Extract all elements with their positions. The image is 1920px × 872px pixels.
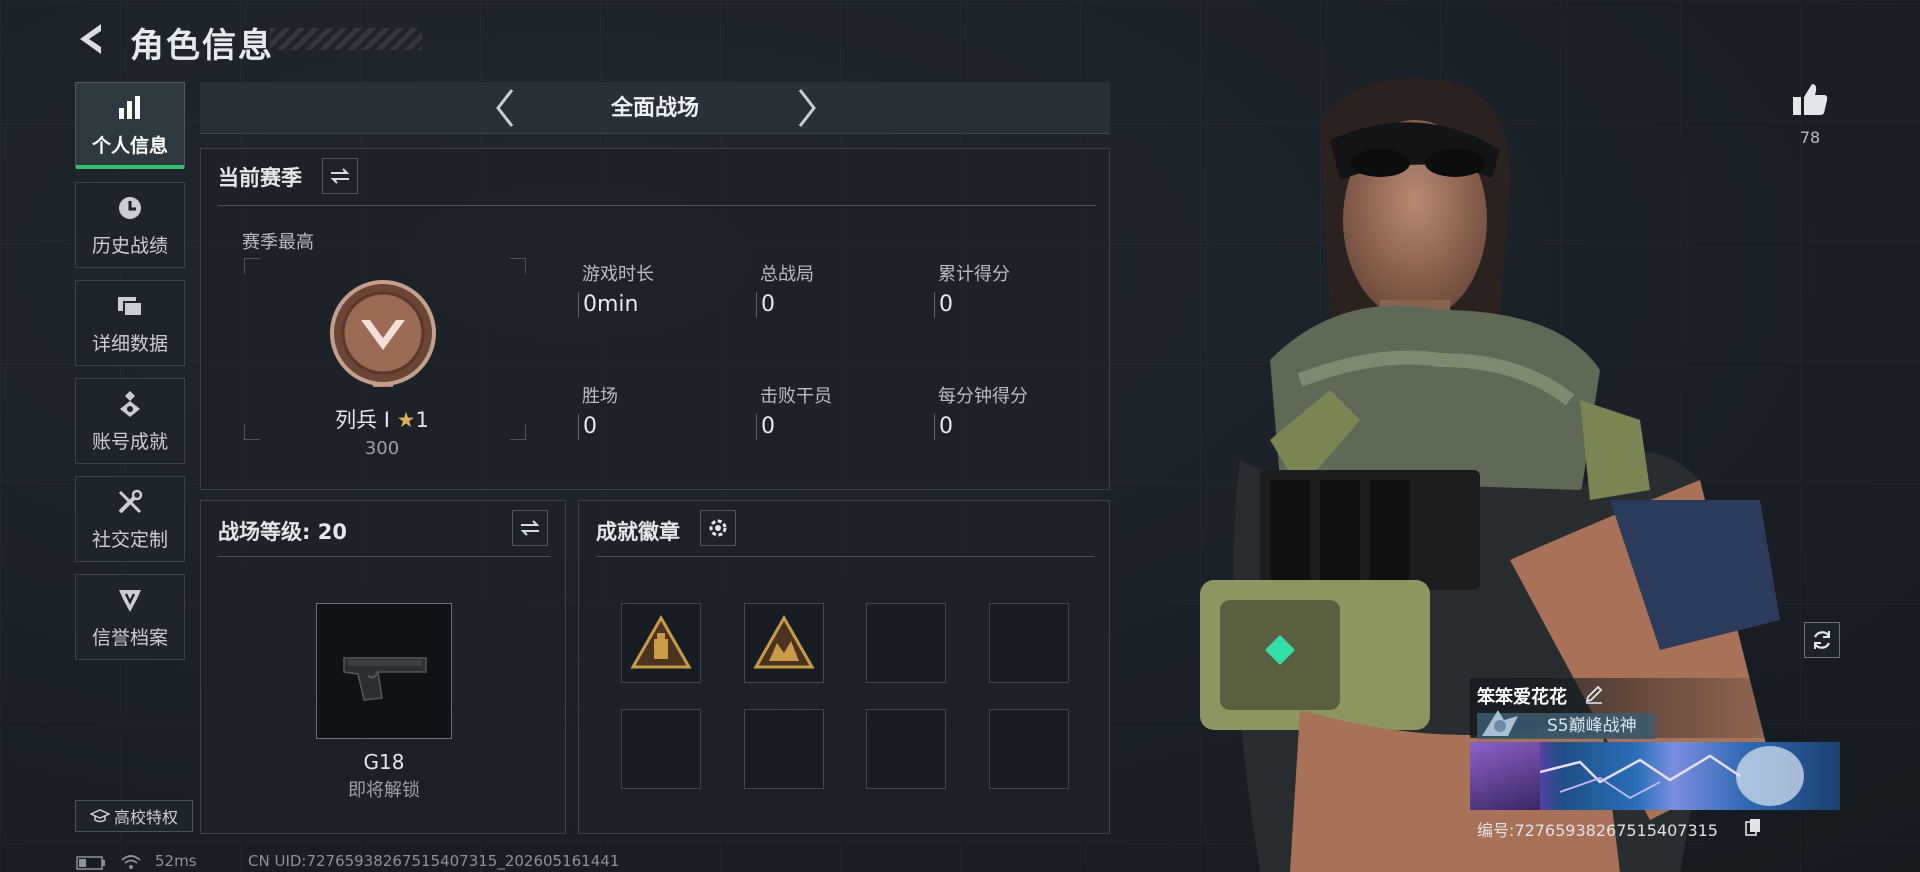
sidebar-item-achievements[interactable]: 账号成就 <box>75 378 185 464</box>
reputation-shield-icon <box>119 589 141 612</box>
badge-slot-empty[interactable] <box>989 603 1069 683</box>
thumbs-up-icon[interactable] <box>1790 80 1830 120</box>
stat-label-kills: 击败干员 <box>760 386 832 407</box>
weapon-name: G18 <box>363 750 405 774</box>
active-indicator <box>76 165 184 169</box>
next-mode-chevron-icon[interactable] <box>792 86 822 130</box>
level-switch-button[interactable] <box>512 510 548 546</box>
stat-value-score-per-min: 0 <box>934 414 953 440</box>
title-emblem-icon <box>1482 710 1518 736</box>
like-count: 78 <box>1799 128 1821 147</box>
sidebar-item-social[interactable]: 社交定制 <box>75 476 185 562</box>
rank-score: 300 <box>364 438 400 459</box>
badge-icon <box>753 615 815 669</box>
stat-value-playtime: 0min <box>578 292 638 318</box>
weapon-status: 即将解锁 <box>348 780 420 801</box>
badge-slot[interactable] <box>621 603 701 683</box>
stat-value-total-matches: 0 <box>756 292 775 318</box>
page-title: 角色信息 <box>130 26 274 66</box>
sidebar-item-label: 个人信息 <box>91 134 168 157</box>
prev-mode-chevron-icon[interactable] <box>490 86 520 130</box>
badge-slot-empty[interactable] <box>866 709 946 789</box>
season-switch-button[interactable] <box>322 158 358 194</box>
sidebar-item-label: 详细数据 <box>91 332 168 355</box>
switch-arrows-icon <box>520 520 540 536</box>
sidebar-item-reputation[interactable]: 信誉档案 <box>75 574 185 660</box>
sidebar-item-label: 历史战绩 <box>91 234 168 257</box>
stat-value-wins: 0 <box>578 414 597 440</box>
profile-banner-image <box>1470 742 1840 810</box>
tools-wrench-icon <box>118 489 143 513</box>
edit-pencil-icon[interactable] <box>1584 684 1604 704</box>
gear-icon <box>709 519 727 537</box>
badge-slot-empty[interactable] <box>744 709 824 789</box>
season-title: 当前赛季 <box>218 166 302 190</box>
achievement-badges-title: 成就徽章 <box>596 520 680 544</box>
stat-label-wins: 胜场 <box>582 386 618 407</box>
wifi-icon <box>121 855 141 869</box>
sidebar-item-history[interactable]: 历史战绩 <box>75 182 185 268</box>
player-uid: 编号:72765938267515407315 <box>1477 821 1718 840</box>
sidebar-item-label: 账号成就 <box>91 430 168 453</box>
badge-settings-button[interactable] <box>700 510 736 546</box>
network-ping: 52ms <box>155 852 197 870</box>
lightning-art <box>1540 746 1804 806</box>
stat-label-playtime: 游戏时长 <box>582 264 654 285</box>
data-cards-icon <box>118 296 143 317</box>
campus-privilege-button[interactable]: 高校特权 <box>75 800 193 832</box>
stat-value-total-score: 0 <box>934 292 953 318</box>
rank-emblem-icon <box>330 280 436 387</box>
rank-name-row: 列兵 I ★1 <box>322 404 442 434</box>
battery-icon <box>76 856 105 870</box>
stat-label-total-score: 累计得分 <box>938 264 1010 285</box>
section-divider <box>218 205 1096 206</box>
badge-slot[interactable] <box>744 603 824 683</box>
badge-slot-empty[interactable] <box>621 709 701 789</box>
sidebar-item-label: 社交定制 <box>91 528 168 551</box>
banner-avatar-portrait <box>1470 742 1540 810</box>
refresh-button[interactable] <box>1804 622 1840 658</box>
battlefield-level-title: 战场等级: 20 <box>218 520 347 544</box>
title-decoration <box>270 28 422 50</box>
achievement-medal-icon <box>120 390 140 417</box>
badge-slot-empty[interactable] <box>989 709 1069 789</box>
copy-icon[interactable] <box>1745 818 1761 836</box>
sidebar-item-details[interactable]: 详细数据 <box>75 280 185 366</box>
section-divider <box>596 556 1094 557</box>
badge-icon <box>630 615 692 669</box>
rank-stars: 1 <box>415 408 429 432</box>
cn-uid-text: CN UID:72765938267515407315_202605161441 <box>248 852 620 870</box>
mode-title: 全面战场 <box>610 96 699 121</box>
stat-label-total-matches: 总战局 <box>760 264 814 285</box>
campus-privilege-label: 高校特权 <box>113 808 178 827</box>
section-divider <box>218 556 550 557</box>
bar-chart-icon <box>119 95 140 119</box>
stat-label-score-per-min: 每分钟得分 <box>938 386 1028 407</box>
switch-arrows-icon <box>330 168 350 184</box>
sidebar-item-label: 信誉档案 <box>91 626 168 649</box>
history-clock-icon <box>119 196 141 219</box>
refresh-icon <box>1814 631 1830 649</box>
stat-value-kills: 0 <box>756 414 775 440</box>
badge-slot-empty[interactable] <box>866 603 946 683</box>
back-arrow-icon[interactable] <box>74 20 110 58</box>
pistol-icon <box>343 657 427 701</box>
rank-name: 列兵 I <box>335 408 390 432</box>
weapon-card[interactable] <box>316 603 452 739</box>
rank-star-icon: ★ <box>396 408 416 432</box>
graduation-cap-icon <box>89 809 110 823</box>
season-best-label: 赛季最高 <box>242 232 314 253</box>
sidebar-item-personal-info[interactable]: 个人信息 <box>75 82 185 169</box>
